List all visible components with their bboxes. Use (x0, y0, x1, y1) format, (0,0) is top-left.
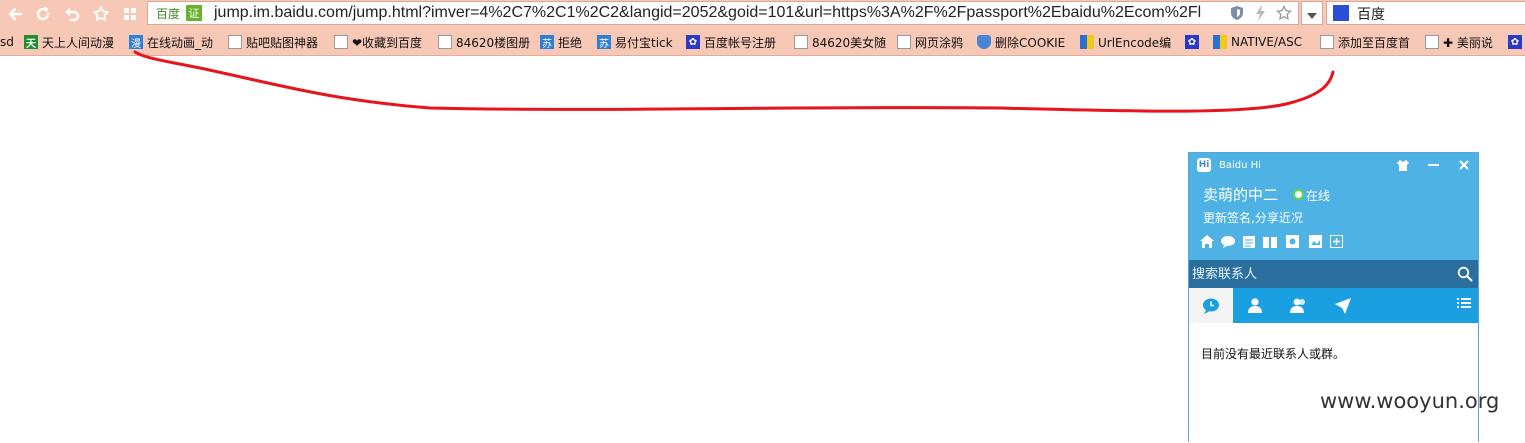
add-icon[interactable] (1329, 234, 1344, 249)
empty-list-message: 目前没有最近联系人或群。 (1201, 347, 1346, 361)
hi-window-title: Baidu Hi (1219, 160, 1261, 171)
hi-search-bar (1189, 260, 1478, 288)
search-icon[interactable] (1457, 266, 1473, 282)
notes-icon[interactable] (1241, 234, 1256, 249)
send-icon (1335, 297, 1351, 314)
album-icon[interactable] (1308, 234, 1323, 249)
hi-tab-bar (1189, 288, 1478, 323)
hi-username[interactable]: 卖萌的中二 (1203, 184, 1278, 205)
watermark: www.wooyun.org (1320, 389, 1500, 413)
tab-groups[interactable] (1277, 288, 1321, 323)
book-icon[interactable] (1262, 234, 1277, 249)
home-icon[interactable] (1199, 234, 1214, 249)
minimize-icon[interactable] (1421, 155, 1445, 175)
recent-contacts-list: 目前没有最近联系人或群。 (1189, 323, 1478, 443)
hi-logo-icon: Hi (1197, 158, 1211, 172)
tab-send[interactable] (1321, 288, 1365, 323)
online-status-icon (1293, 189, 1304, 200)
chat-icon[interactable] (1220, 234, 1235, 249)
close-icon[interactable] (1452, 155, 1476, 175)
group-icon (1290, 298, 1305, 313)
tab-contacts[interactable] (1233, 288, 1277, 323)
hi-signature[interactable]: 更新签名,分享近况 (1203, 209, 1303, 226)
tab-recent[interactable] (1189, 288, 1233, 323)
hi-header: Hi Baidu Hi 卖萌的中二 在线 更新签名,分享近况 (1189, 153, 1478, 260)
list-menu-icon[interactable] (1457, 293, 1471, 308)
skin-icon[interactable] (1391, 155, 1415, 175)
post-icon[interactable] (1285, 234, 1300, 249)
person-icon (1248, 298, 1262, 313)
clock-chat-icon (1203, 298, 1219, 314)
contact-search-input[interactable] (1192, 264, 1450, 284)
hi-status[interactable]: 在线 (1306, 187, 1330, 204)
